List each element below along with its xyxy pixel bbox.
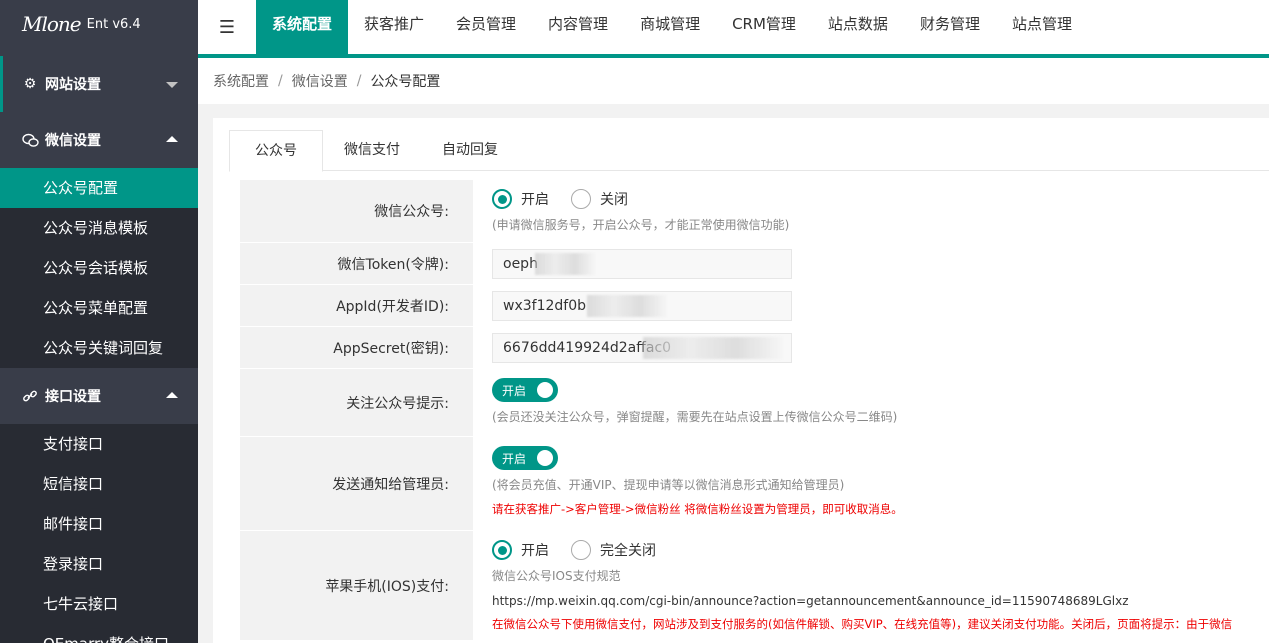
breadcrumb: 系统配置 / 微信设置 / 公众号配置 [198,58,1269,104]
radio-label: 开启 [521,543,549,559]
content-card: 公众号 微信支付 自动回复 微信公众号: 开启 关闭 (申请微信服务号，开启公众… [213,118,1269,643]
breadcrumb-item[interactable]: 系统配置 [213,71,269,91]
logo-text: Mlone [22,12,82,36]
top-navbar: ☰ 系统配置 获客推广 会员管理 内容管理 商城管理 CRM管理 站点数据 财务… [198,0,1269,58]
sidebar: Mlone Ent v6.4 ⚙ 网站设置 微信设置 公众号配置 公众号消息模板… [0,0,198,643]
gear-icon: ⚙ [23,76,37,92]
breadcrumb-current: 公众号配置 [370,74,441,90]
ios-on-radio[interactable] [492,540,512,560]
input-value: wx3f12df0b [503,298,586,314]
sidebar-item-payment-api[interactable]: 支付接口 [0,424,198,464]
menu-toggle-icon[interactable]: ☰ [198,0,256,54]
mp-off-radio[interactable] [571,189,591,209]
tab-bar: 公众号 微信支付 自动回复 [229,130,1269,172]
sidebar-group-label: 接口设置 [45,389,101,405]
radio-label: 关闭 [600,192,628,208]
sidebar-group-api-settings[interactable]: 接口设置 [0,368,198,424]
field-label: 关注公众号提示: [240,369,473,436]
form-row-follow-prompt: 关注公众号提示: 开启 (会员还没关注公众号，弹窗提醒，需要先在站点设置上传微信… [240,369,1269,437]
nav-member-management[interactable]: 会员管理 [440,0,532,54]
wechat-icon [21,131,39,149]
sidebar-group-site-settings[interactable]: ⚙ 网站设置 [0,56,198,112]
field-label: 微信公众号: [240,180,473,242]
redaction-blur [643,337,783,359]
chevron-up-icon [166,136,178,142]
field-label: AppId(开发者ID): [240,285,473,326]
sidebar-item-mp-message-template[interactable]: 公众号消息模板 [0,208,198,248]
sidebar-item-mp-config[interactable]: 公众号配置 [0,168,198,208]
field-hint: (申请微信服务号，开启公众号，才能正常使用微信功能) [492,218,790,232]
sidebar-api-submenu: 支付接口 短信接口 邮件接口 登录接口 七牛云接口 QEmarry整合接口 [0,424,198,643]
field-label: 发送通知给管理员: [240,437,473,530]
link-icon [21,387,39,405]
form-row-mp: 微信公众号: 开启 关闭 (申请微信服务号，开启公众号，才能正常使用微信功能) [240,180,1269,243]
switch-label: 开启 [502,383,527,398]
top-nav: 系统配置 获客推广 会员管理 内容管理 商城管理 CRM管理 站点数据 财务管理… [256,0,1088,54]
tab-auto-reply[interactable]: 自动回复 [421,130,519,171]
field-warning: 请在获客推广->客户管理->微信粉丝 将微信粉丝设置为管理员，即可收取消息。 [492,502,903,516]
follow-prompt-toggle[interactable]: 开启 [492,378,558,402]
field-hint: (会员还没关注公众号，弹窗提醒，需要先在站点设置上传微信公众号二维码) [492,410,898,424]
appsecret-input[interactable]: 6676dd419924d2affac0 [492,333,792,363]
form-row-notify-admin: 发送通知给管理员: 开启 (将会员充值、开通VIP、提现申请等以微信消息形式通知… [240,437,1269,531]
ios-spec-link[interactable]: https://mp.weixin.qq.com/cgi-bin/announc… [492,594,1269,608]
nav-site-data[interactable]: 站点数据 [812,0,904,54]
version-label: Ent v6.4 [86,16,141,32]
radio-label: 开启 [521,192,549,208]
field-label: AppSecret(密钥): [240,327,473,368]
field-hint: 微信公众号IOS支付规范 [492,569,621,583]
form-row-token: 微信Token(令牌): oeph [240,243,1269,285]
mp-on-radio[interactable] [492,189,512,209]
nav-site-management[interactable]: 站点管理 [996,0,1088,54]
switch-label: 开启 [502,451,527,466]
form-row-secret: AppSecret(密钥): 6676dd419924d2affac0 [240,327,1269,369]
sidebar-item-mp-menu-config[interactable]: 公众号菜单配置 [0,288,198,328]
field-label: 苹果手机(IOS)支付: [240,531,473,640]
sidebar-item-mp-keyword-reply[interactable]: 公众号关键词回复 [0,328,198,368]
chevron-down-icon [166,82,178,88]
field-warning: 在微信公众号下使用微信支付，网站涉及到支付服务的(如信件解锁、购买VIP、在线充… [492,617,1233,631]
form-row-appid: AppId(开发者ID): wx3f12df0b [240,285,1269,327]
radio-label: 完全关闭 [600,543,656,559]
chevron-up-icon [166,392,178,398]
form-row-ios-payment: 苹果手机(IOS)支付: 开启 完全关闭 微信公众号IOS支付规范 https:… [240,531,1269,641]
input-value: oeph [503,256,538,272]
field-hint: (将会员充值、开通VIP、提现申请等以微信消息形式通知给管理员) [492,478,845,492]
config-form: 微信公众号: 开启 关闭 (申请微信服务号，开启公众号，才能正常使用微信功能) … [240,180,1269,641]
appid-input[interactable]: wx3f12df0b [492,291,792,321]
sidebar-item-mail-api[interactable]: 邮件接口 [0,504,198,544]
nav-content-management[interactable]: 内容管理 [532,0,624,54]
sidebar-item-mp-session-template[interactable]: 公众号会话模板 [0,248,198,288]
sidebar-item-qiniu-api[interactable]: 七牛云接口 [0,584,198,624]
logo[interactable]: Mlone Ent v6.4 [0,0,198,48]
breadcrumb-separator: / [278,73,283,89]
nav-finance-management[interactable]: 财务管理 [904,0,996,54]
sidebar-item-qemarry-api[interactable]: QEmarry整合接口 [0,624,198,643]
sidebar-group-label: 微信设置 [45,133,101,149]
sidebar-item-login-api[interactable]: 登录接口 [0,544,198,584]
field-label: 微信Token(令牌): [240,243,473,284]
nav-crm-management[interactable]: CRM管理 [716,0,812,54]
breadcrumb-separator: / [356,73,362,89]
redaction-blur [587,295,667,317]
notify-admin-toggle[interactable]: 开启 [492,446,558,470]
nav-system-config[interactable]: 系统配置 [256,0,349,54]
ios-off-radio[interactable] [571,540,591,560]
sidebar-wechat-submenu: 公众号配置 公众号消息模板 公众号会话模板 公众号菜单配置 公众号关键词回复 [0,168,198,368]
breadcrumb-item[interactable]: 微信设置 [292,71,348,91]
token-input[interactable]: oeph [492,249,792,279]
tab-wechat-pay[interactable]: 微信支付 [323,130,421,171]
tab-mp[interactable]: 公众号 [229,130,323,172]
sidebar-group-label: 网站设置 [45,77,101,93]
redaction-blur [535,253,595,275]
sidebar-group-wechat-settings[interactable]: 微信设置 [0,112,198,168]
sidebar-item-sms-api[interactable]: 短信接口 [0,464,198,504]
nav-customer-acquisition[interactable]: 获客推广 [348,0,440,54]
nav-shop-management[interactable]: 商城管理 [624,0,716,54]
